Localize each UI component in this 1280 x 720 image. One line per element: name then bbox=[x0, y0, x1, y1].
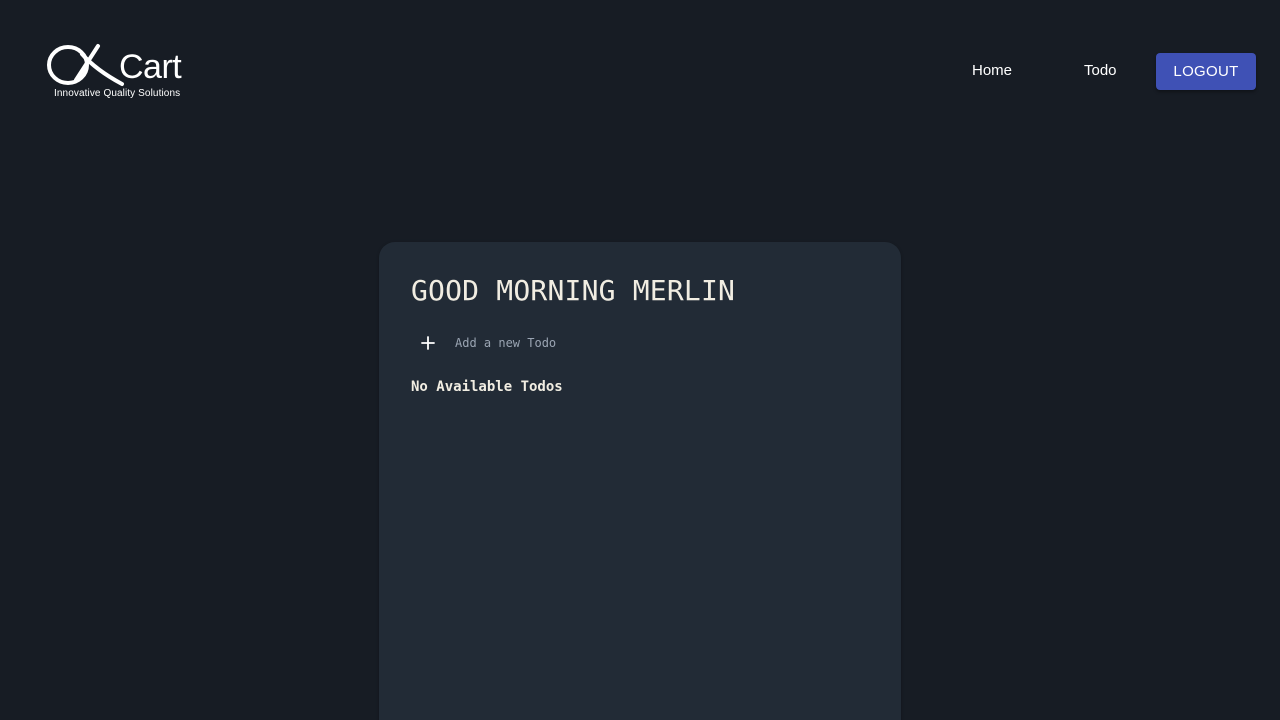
logout-button[interactable]: LOGOUT bbox=[1156, 53, 1256, 90]
empty-todos-message: No Available Todos bbox=[411, 379, 563, 395]
greeting-heading: GOOD MORNING MERLIN bbox=[411, 274, 736, 307]
navbar: Cart Innovative Quality Solutions Home T… bbox=[0, 0, 1280, 140]
add-todo-input[interactable] bbox=[455, 336, 755, 350]
add-todo-row[interactable] bbox=[415, 330, 755, 356]
plus-icon[interactable] bbox=[415, 330, 441, 356]
todo-card: GOOD MORNING MERLIN No Available Todos bbox=[379, 242, 901, 720]
logo-qx-mark bbox=[47, 44, 124, 86]
page: Cart Innovative Quality Solutions Home T… bbox=[0, 0, 1280, 720]
nav-home-link[interactable]: Home bbox=[972, 62, 1012, 79]
nav-todo-link[interactable]: Todo bbox=[1084, 62, 1117, 79]
logo-wordmark: Cart bbox=[119, 48, 182, 86]
logo[interactable]: Cart Innovative Quality Solutions bbox=[46, 40, 198, 104]
logo-tagline: Innovative Quality Solutions bbox=[54, 88, 181, 99]
